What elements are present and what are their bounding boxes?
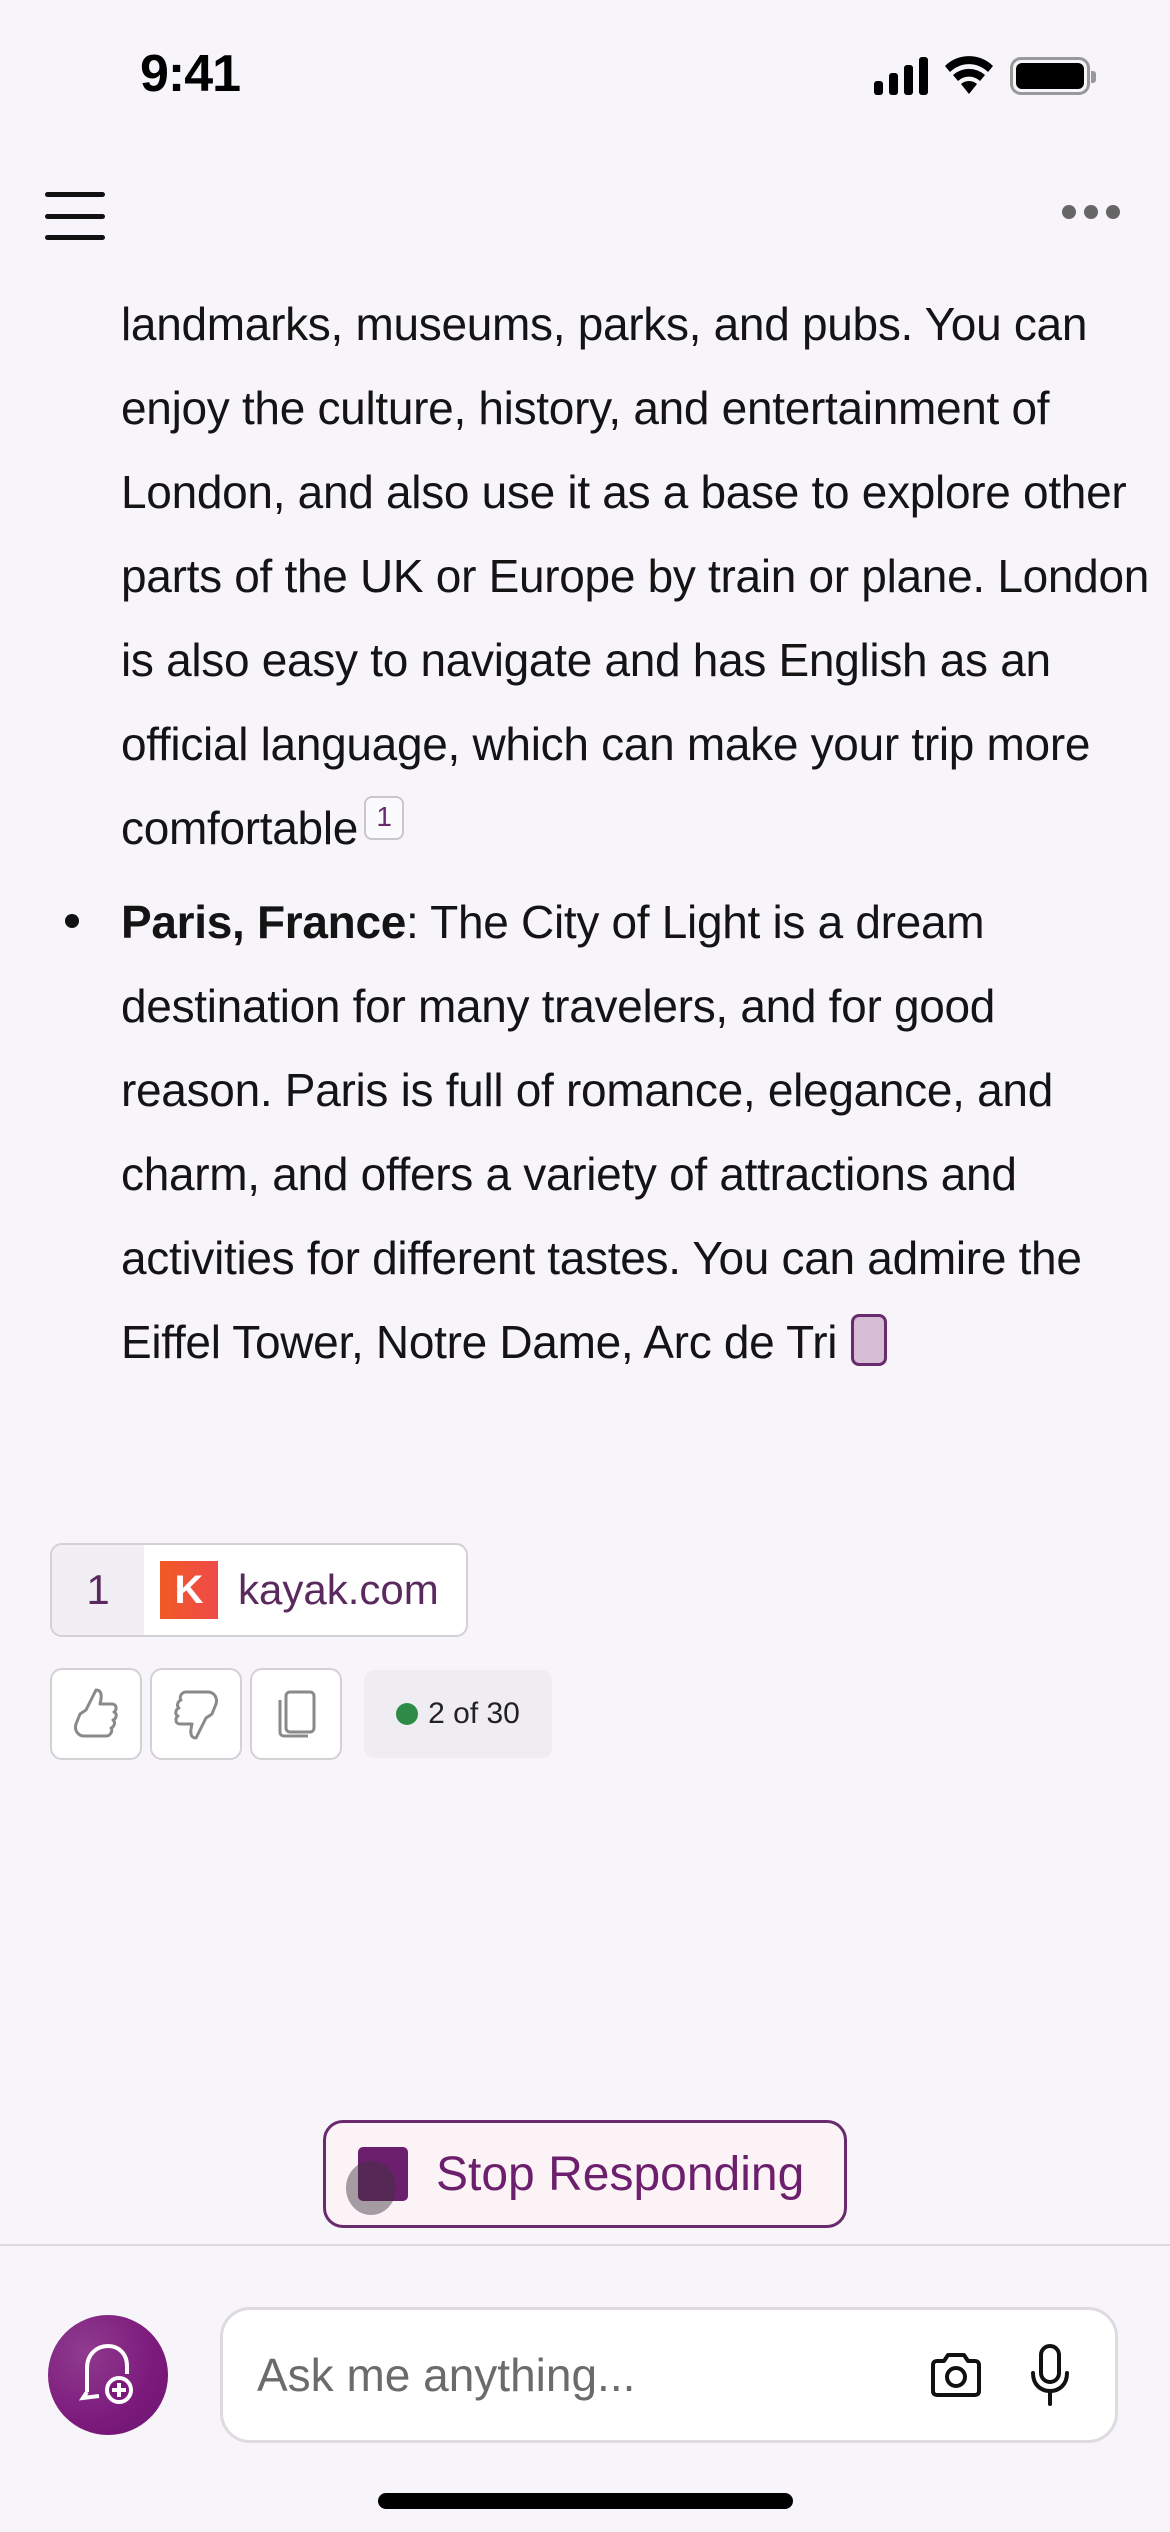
- stop-responding-button[interactable]: Stop Responding: [323, 2120, 847, 2228]
- wifi-icon: [945, 56, 993, 94]
- list-item: Paris, France: The City of Light is a dr…: [65, 880, 1151, 1384]
- typing-cursor: [851, 1314, 888, 1366]
- stop-responding-label: Stop Responding: [436, 2147, 805, 2201]
- camera-icon: [931, 2353, 981, 2397]
- microphone-button[interactable]: [1015, 2335, 1085, 2415]
- more-options-icon[interactable]: [1062, 205, 1120, 219]
- camera-button[interactable]: [921, 2335, 991, 2415]
- hamburger-menu-icon[interactable]: [45, 192, 105, 240]
- status-dot-icon: [396, 1703, 419, 1725]
- touch-indicator: [346, 2161, 396, 2215]
- message-actions: 2 of 30: [50, 1668, 552, 1760]
- chat-input[interactable]: [257, 2348, 897, 2402]
- thumbs-down-icon: [174, 1690, 218, 1740]
- citation-number: 1: [52, 1545, 144, 1635]
- status-icons: [874, 56, 1096, 96]
- stop-icon: [346, 2147, 408, 2215]
- cellular-signal-icon: [874, 57, 928, 95]
- like-button[interactable]: [50, 1668, 142, 1760]
- citation-domain: kayak.com: [238, 1566, 439, 1613]
- copy-icon: [278, 1690, 316, 1738]
- assistant-message: landmarks, museums, parks, and pubs. You…: [65, 282, 1151, 1384]
- new-topic-button[interactable]: [48, 2315, 168, 2435]
- kayak-logo-icon: K: [160, 1561, 218, 1619]
- citation-source[interactable]: 1 K kayak.com: [50, 1543, 468, 1637]
- bullet-list: Paris, France: The City of Light is a dr…: [65, 880, 1151, 1384]
- new-chat-icon: [78, 2343, 133, 2404]
- response-counter: 2 of 30: [364, 1670, 552, 1758]
- thumbs-up-icon: [74, 1688, 118, 1738]
- bullet-separator: :: [406, 896, 419, 948]
- microphone-icon: [1031, 2344, 1069, 2406]
- chat-input-container: [220, 2307, 1118, 2443]
- counter-text: 2 of 30: [428, 1697, 520, 1730]
- status-time: 9:41: [140, 45, 241, 103]
- paragraph-text: landmarks, museums, parks, and pubs. You…: [121, 298, 1150, 854]
- dislike-button[interactable]: [150, 1668, 242, 1760]
- message-paragraph: landmarks, museums, parks, and pubs. You…: [121, 282, 1151, 870]
- composer-divider: [0, 2244, 1170, 2246]
- bullet-text: The City of Light is a dream destination…: [121, 896, 1082, 1368]
- inline-citation[interactable]: 1: [364, 796, 405, 840]
- copy-button[interactable]: [250, 1668, 342, 1760]
- home-indicator: [378, 2493, 793, 2509]
- battery-icon: [1010, 57, 1096, 95]
- bullet-title: Paris, France: [121, 896, 407, 948]
